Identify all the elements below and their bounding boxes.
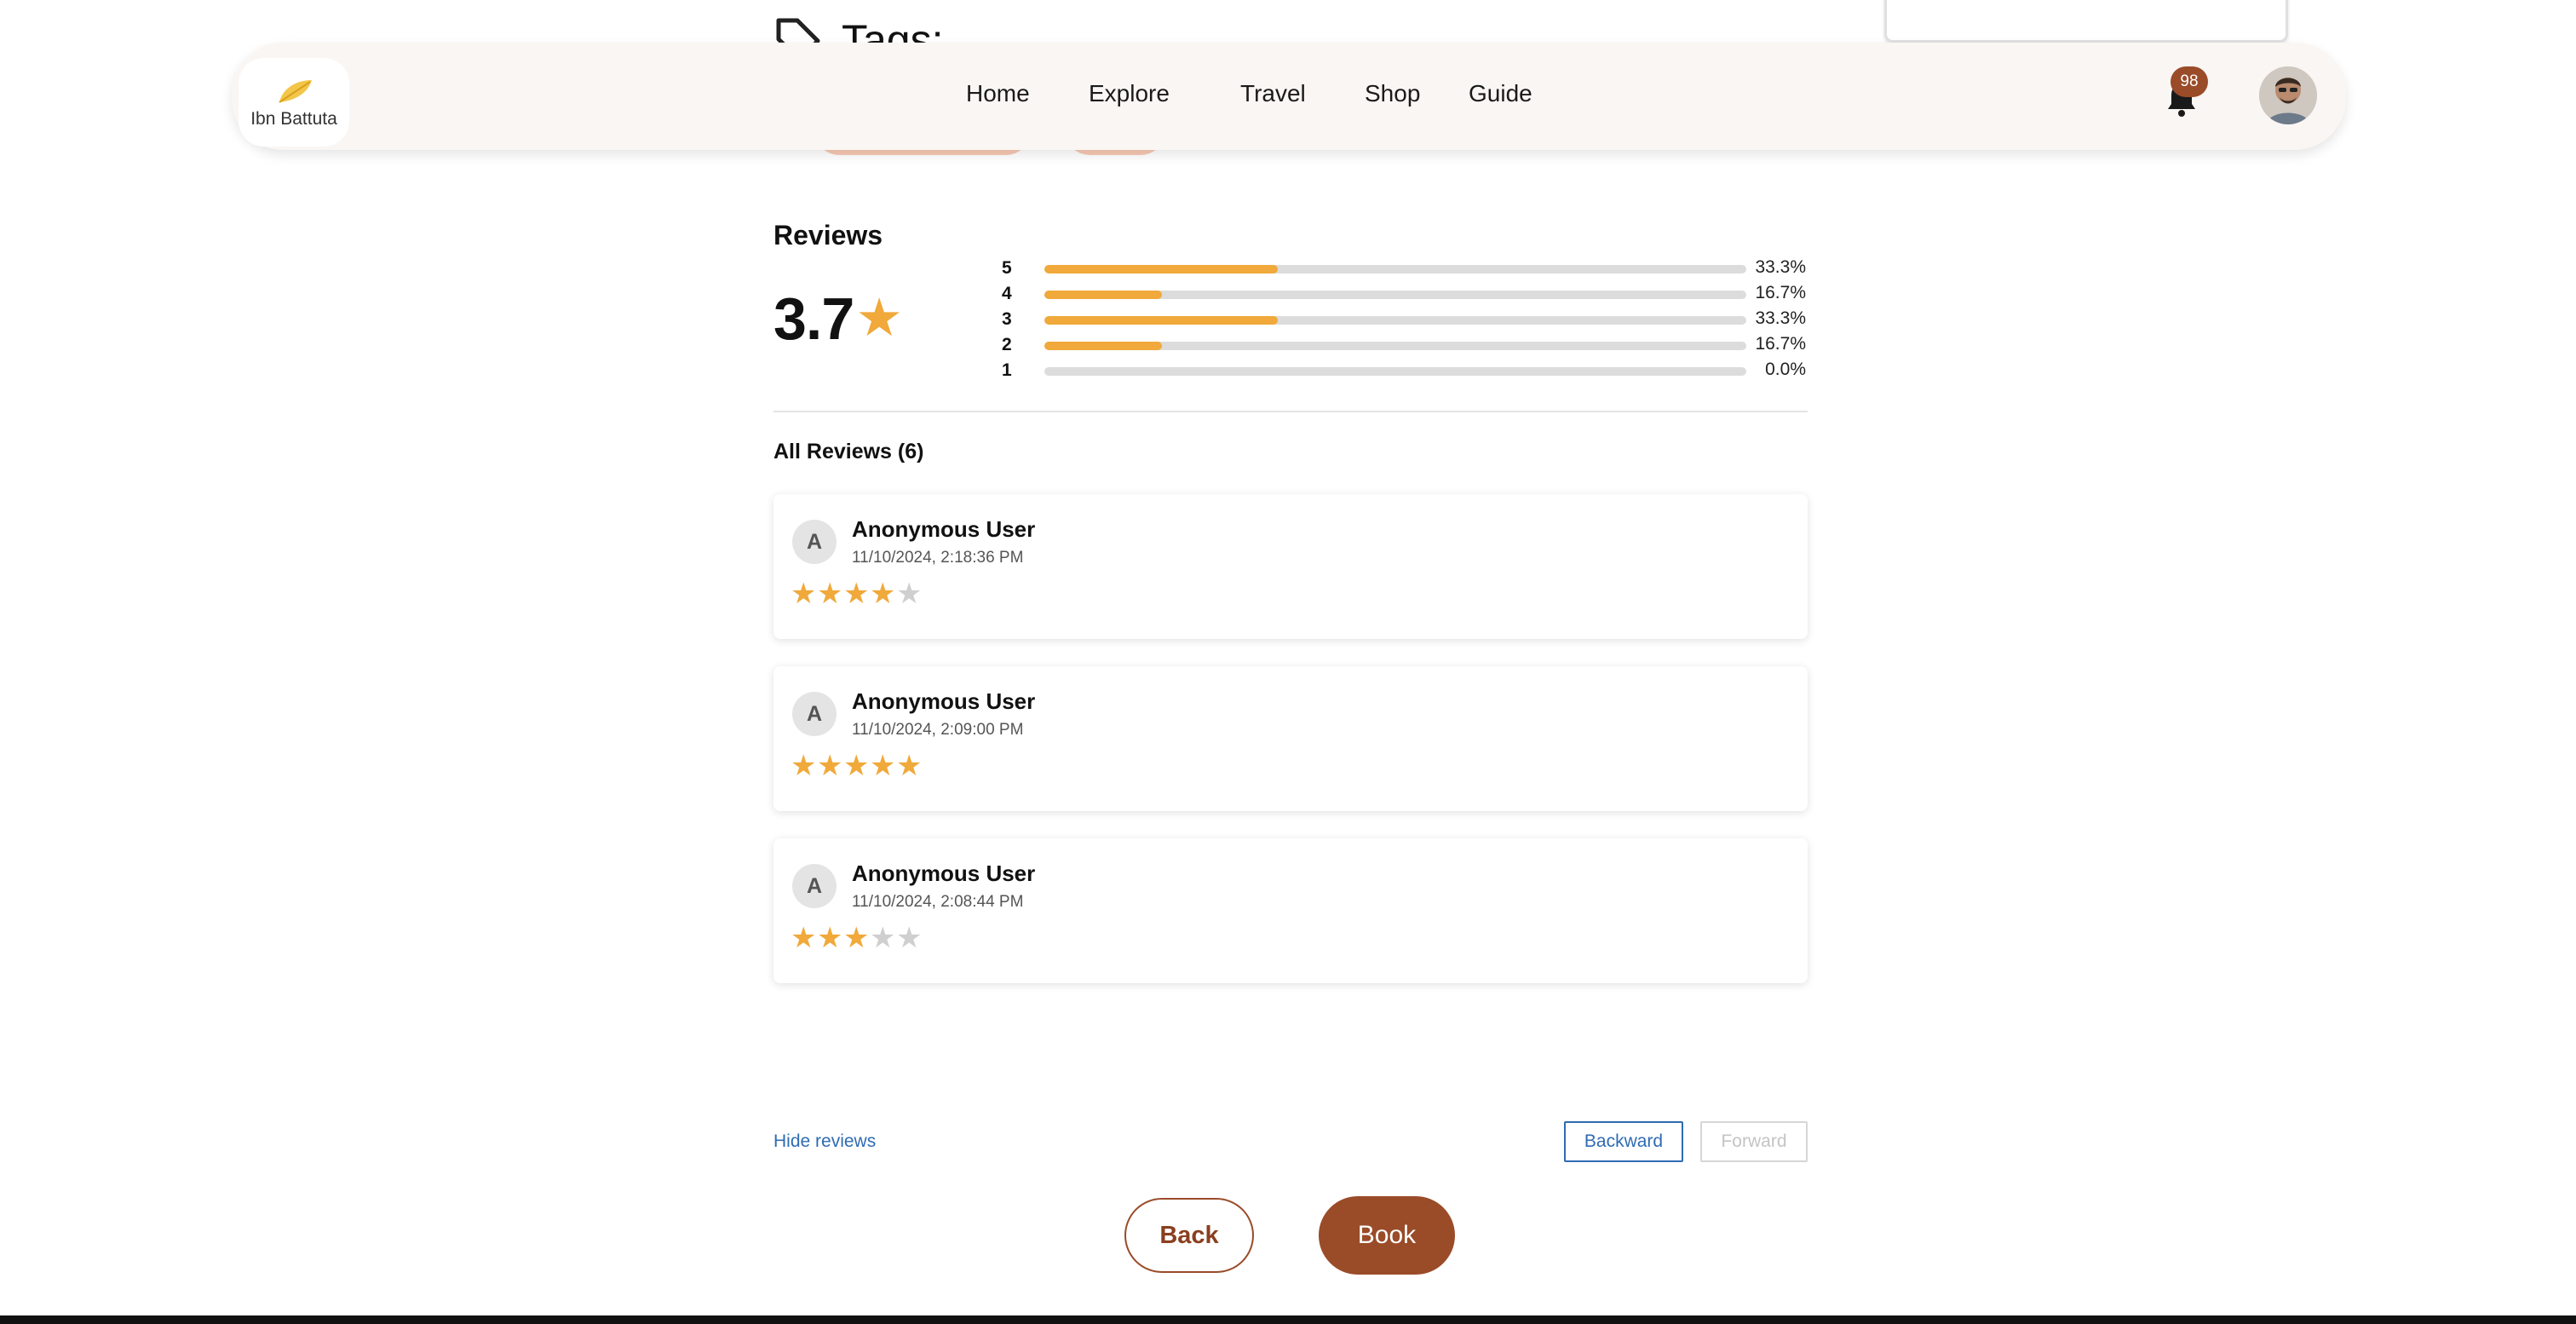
reviews-heading: Reviews	[773, 220, 883, 250]
distribution-label: 1	[1002, 360, 1012, 380]
star-filled-icon: ★	[843, 750, 870, 782]
distribution-row: 5 33.3%	[998, 256, 1808, 281]
rating-distribution: 5 33.3% 4 16.7% 3 33.3% 2 16.7% 1 0.0%	[998, 256, 1808, 383]
review-date: 11/10/2024, 2:09:00 PM	[852, 721, 1024, 739]
distribution-label: 4	[1002, 284, 1012, 303]
reviewer-avatar: A	[792, 864, 837, 908]
notification-badge: 98	[2171, 66, 2208, 97]
star-empty-icon: ★	[870, 922, 896, 954]
review-stars: ★ ★ ★ ★ ★	[791, 751, 923, 780]
distribution-fill	[1044, 316, 1279, 325]
back-button[interactable]: Back	[1124, 1198, 1254, 1273]
star-empty-icon: ★	[896, 578, 923, 610]
nav-travel[interactable]: Travel	[1240, 80, 1306, 107]
distribution-row: 1 0.0%	[998, 358, 1808, 383]
star-empty-icon: ★	[896, 922, 923, 954]
distribution-percent: 16.7%	[1755, 334, 1806, 354]
distribution-label: 2	[1002, 335, 1012, 354]
star-filled-icon: ★	[817, 750, 843, 782]
distribution-fill	[1044, 342, 1162, 350]
distribution-track	[1044, 265, 1746, 273]
distribution-fill	[1044, 291, 1162, 299]
page-bottom-edge	[0, 1315, 2576, 1324]
distribution-label: 3	[1002, 309, 1012, 329]
review-card: A Anonymous User 11/10/2024, 2:18:36 PM …	[773, 494, 1808, 639]
all-reviews-heading: All Reviews (6)	[773, 440, 924, 463]
distribution-percent: 16.7%	[1755, 283, 1806, 302]
nav-guide[interactable]: Guide	[1469, 80, 1532, 107]
review-stars: ★ ★ ★ ★ ★	[791, 924, 923, 953]
distribution-percent: 33.3%	[1755, 308, 1806, 328]
star-filled-icon: ★	[791, 578, 817, 610]
review-stars: ★ ★ ★ ★ ★	[791, 579, 923, 608]
book-button[interactable]: Book	[1319, 1196, 1455, 1275]
distribution-track	[1044, 367, 1746, 376]
distribution-row: 2 16.7%	[998, 332, 1808, 358]
star-filled-icon: ★	[791, 750, 817, 782]
main-nav: Home Explore Travel Shop Guide	[232, 43, 2346, 150]
star-filled-icon: ★	[843, 578, 870, 610]
backward-button[interactable]: Backward	[1564, 1121, 1683, 1162]
forward-button[interactable]: Forward	[1700, 1121, 1808, 1162]
distribution-track	[1044, 291, 1746, 299]
distribution-row: 4 16.7%	[998, 281, 1808, 307]
star-filled-icon: ★	[870, 750, 896, 782]
star-filled-icon: ★	[791, 922, 817, 954]
reviewer-name: Anonymous User	[852, 516, 1036, 542]
nav-explore[interactable]: Explore	[1089, 80, 1170, 107]
nav-home[interactable]: Home	[966, 80, 1030, 107]
user-photo-icon	[2259, 66, 2317, 124]
distribution-fill	[1044, 265, 1279, 273]
average-rating: 3.7 ★	[773, 285, 903, 353]
reviewer-avatar: A	[792, 692, 837, 736]
star-filled-icon: ★	[870, 578, 896, 610]
review-date: 11/10/2024, 2:18:36 PM	[852, 549, 1024, 567]
star-filled-icon: ★	[817, 922, 843, 954]
reviewer-name: Anonymous User	[852, 688, 1036, 714]
distribution-row: 3 33.3%	[998, 307, 1808, 332]
star-filled-icon: ★	[896, 750, 923, 782]
star-icon: ★	[855, 289, 903, 348]
average-rating-value: 3.7	[773, 285, 854, 352]
review-card: A Anonymous User 11/10/2024, 2:09:00 PM …	[773, 666, 1808, 811]
star-filled-icon: ★	[843, 922, 870, 954]
reviewer-avatar: A	[792, 520, 837, 564]
review-date: 11/10/2024, 2:08:44 PM	[852, 893, 1024, 911]
distribution-percent: 0.0%	[1765, 360, 1806, 379]
side-panel	[1884, 0, 2288, 43]
reviewer-name: Anonymous User	[852, 861, 1036, 886]
nav-shop[interactable]: Shop	[1365, 80, 1420, 107]
hide-reviews-link[interactable]: Hide reviews	[773, 1131, 876, 1152]
distribution-track	[1044, 342, 1746, 350]
review-card: A Anonymous User 11/10/2024, 2:08:44 PM …	[773, 838, 1808, 983]
distribution-label: 5	[1002, 258, 1012, 278]
divider	[773, 411, 1808, 412]
top-navbar: Ibn Battuta Home Explore Travel Shop Gui…	[232, 43, 2346, 150]
avatar[interactable]	[2259, 66, 2317, 124]
distribution-percent: 33.3%	[1755, 257, 1806, 277]
distribution-track	[1044, 316, 1746, 325]
star-filled-icon: ★	[817, 578, 843, 610]
